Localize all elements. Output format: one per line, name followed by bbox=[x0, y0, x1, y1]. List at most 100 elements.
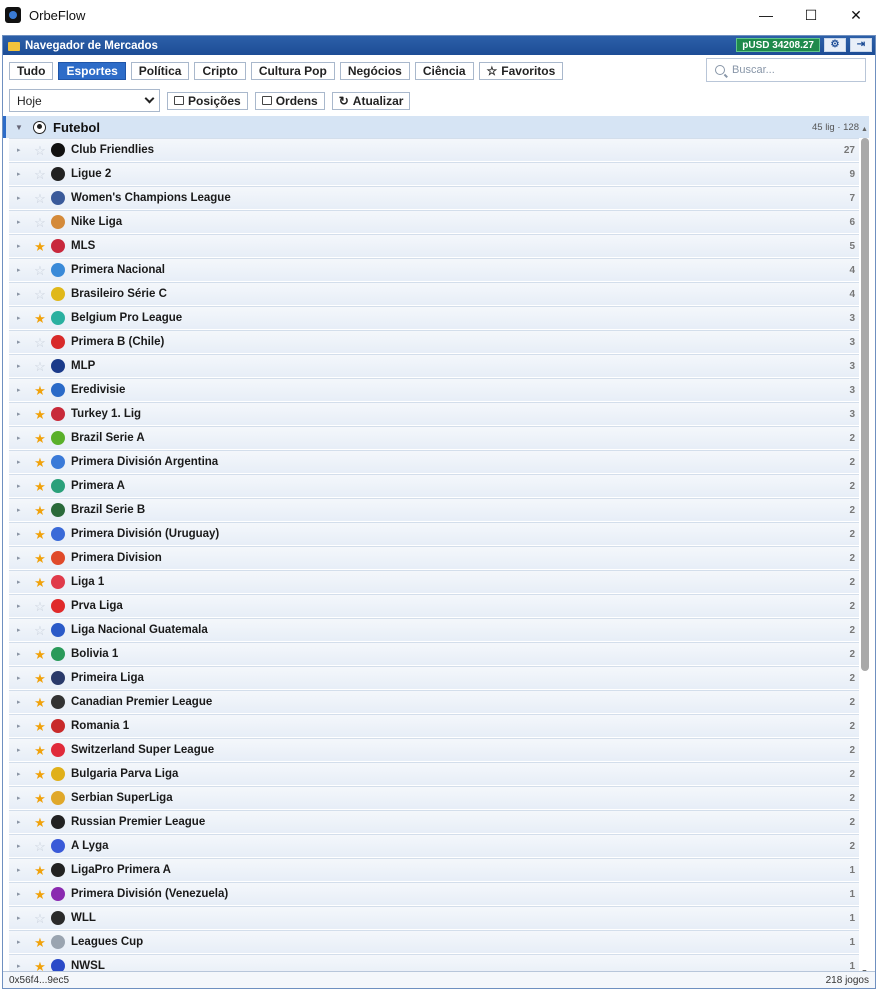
league-row[interactable]: ▸ ★ Eredivisie 3 bbox=[9, 378, 859, 402]
orders-button[interactable]: Ordens bbox=[254, 91, 325, 110]
star-filled-icon[interactable]: ★ bbox=[31, 648, 49, 661]
league-row[interactable]: ▸ ★ Bolivia 1 2 bbox=[9, 642, 859, 666]
league-row[interactable]: ▸ ★ Brazil Serie A 2 bbox=[9, 426, 859, 450]
expand-caret-icon[interactable]: ▸ bbox=[17, 722, 31, 730]
expand-caret-icon[interactable]: ▸ bbox=[17, 218, 31, 226]
expand-caret-icon[interactable]: ▸ bbox=[17, 962, 31, 970]
expand-caret-icon[interactable]: ▸ bbox=[17, 794, 31, 802]
expand-caret-icon[interactable]: ▸ bbox=[17, 698, 31, 706]
expand-caret-icon[interactable]: ▸ bbox=[17, 482, 31, 490]
star-filled-icon[interactable]: ★ bbox=[31, 384, 49, 397]
league-row[interactable]: ▸ ☆ Primera B (Chile) 3 bbox=[9, 330, 859, 354]
league-row[interactable]: ▸ ★ Serbian SuperLiga 2 bbox=[9, 786, 859, 810]
league-row[interactable]: ▸ ★ Primera Division 2 bbox=[9, 546, 859, 570]
star-outline-icon[interactable]: ☆ bbox=[31, 624, 49, 637]
star-filled-icon[interactable]: ★ bbox=[31, 576, 49, 589]
expand-caret-icon[interactable]: ▸ bbox=[17, 266, 31, 274]
league-row[interactable]: ▸ ☆ Women's Champions League 7 bbox=[9, 186, 859, 210]
minimize-button[interactable]: — bbox=[743, 0, 789, 30]
tab-favoritos[interactable]: ☆ Favoritos bbox=[478, 62, 564, 80]
maximize-button[interactable]: ☐ bbox=[788, 0, 834, 30]
league-row[interactable]: ▸ ☆ WLL 1 bbox=[9, 906, 859, 930]
star-filled-icon[interactable]: ★ bbox=[31, 552, 49, 565]
star-outline-icon[interactable]: ☆ bbox=[31, 288, 49, 301]
league-row[interactable]: ▸ ★ Belgium Pro League 3 bbox=[9, 306, 859, 330]
expand-caret-icon[interactable]: ▸ bbox=[17, 674, 31, 682]
close-button[interactable]: ✕ bbox=[833, 0, 879, 30]
expand-caret-icon[interactable]: ▸ bbox=[17, 506, 31, 514]
league-row[interactable]: ▸ ★ MLS 5 bbox=[9, 234, 859, 258]
league-row[interactable]: ▸ ★ Brazil Serie B 2 bbox=[9, 498, 859, 522]
scrollbar[interactable]: ▲ ▼ bbox=[860, 126, 870, 976]
search-input[interactable]: Buscar... bbox=[706, 58, 866, 82]
expand-caret-icon[interactable]: ▸ bbox=[17, 554, 31, 562]
league-row[interactable]: ▸ ★ Leagues Cup 1 bbox=[9, 930, 859, 954]
collapse-caret-icon[interactable]: ▼ bbox=[15, 123, 25, 132]
expand-caret-icon[interactable]: ▸ bbox=[17, 386, 31, 394]
star-filled-icon[interactable]: ★ bbox=[31, 432, 49, 445]
tab-esportes[interactable]: Esportes bbox=[58, 62, 126, 80]
league-row[interactable]: ▸ ★ Primera División Argentina 2 bbox=[9, 450, 859, 474]
star-filled-icon[interactable]: ★ bbox=[31, 408, 49, 421]
expand-caret-icon[interactable]: ▸ bbox=[17, 818, 31, 826]
refresh-button[interactable]: ↻ Atualizar bbox=[331, 91, 411, 110]
league-row[interactable]: ▸ ☆ Prva Liga 2 bbox=[9, 594, 859, 618]
expand-caret-icon[interactable]: ▸ bbox=[17, 146, 31, 154]
league-row[interactable]: ▸ ★ LigaPro Primera A 1 bbox=[9, 858, 859, 882]
expand-caret-icon[interactable]: ▸ bbox=[17, 194, 31, 202]
star-outline-icon[interactable]: ☆ bbox=[31, 336, 49, 349]
tab-ci-ncia[interactable]: Ciência bbox=[414, 62, 474, 80]
star-filled-icon[interactable]: ★ bbox=[31, 720, 49, 733]
league-row[interactable]: ▸ ☆ Club Friendlies 27 bbox=[9, 138, 859, 162]
star-filled-icon[interactable]: ★ bbox=[31, 792, 49, 805]
league-row[interactable]: ▸ ★ Turkey 1. Lig 3 bbox=[9, 402, 859, 426]
expand-caret-icon[interactable]: ▸ bbox=[17, 578, 31, 586]
league-row[interactable]: ▸ ☆ Nike Liga 6 bbox=[9, 210, 859, 234]
star-filled-icon[interactable]: ★ bbox=[31, 936, 49, 949]
expand-caret-icon[interactable]: ▸ bbox=[17, 170, 31, 178]
star-filled-icon[interactable]: ★ bbox=[31, 672, 49, 685]
league-row[interactable]: ▸ ★ Canadian Premier League 2 bbox=[9, 690, 859, 714]
star-outline-icon[interactable]: ☆ bbox=[31, 192, 49, 205]
expand-caret-icon[interactable]: ▸ bbox=[17, 530, 31, 538]
expand-caret-icon[interactable]: ▸ bbox=[17, 314, 31, 322]
league-row[interactable]: ▸ ☆ MLP 3 bbox=[9, 354, 859, 378]
tab-cripto[interactable]: Cripto bbox=[194, 62, 246, 80]
tab-pol-tica[interactable]: Política bbox=[130, 62, 190, 80]
tab-tudo[interactable]: Tudo bbox=[9, 62, 54, 80]
expand-caret-icon[interactable]: ▸ bbox=[17, 338, 31, 346]
star-filled-icon[interactable]: ★ bbox=[31, 744, 49, 757]
league-row[interactable]: ▸ ★ Bulgaria Parva Liga 2 bbox=[9, 762, 859, 786]
star-outline-icon[interactable]: ☆ bbox=[31, 912, 49, 925]
star-outline-icon[interactable]: ☆ bbox=[31, 264, 49, 277]
expand-caret-icon[interactable]: ▸ bbox=[17, 434, 31, 442]
scroll-up-icon[interactable]: ▲ bbox=[861, 126, 868, 133]
scrollbar-thumb[interactable] bbox=[861, 138, 869, 671]
tab-cultura-pop[interactable]: Cultura Pop bbox=[250, 62, 335, 80]
expand-caret-icon[interactable]: ▸ bbox=[17, 650, 31, 658]
expand-caret-icon[interactable]: ▸ bbox=[17, 938, 31, 946]
league-row[interactable]: ▸ ☆ Brasileiro Série C 4 bbox=[9, 282, 859, 306]
league-row[interactable]: ▸ ☆ A Lyga 2 bbox=[9, 834, 859, 858]
expand-caret-icon[interactable]: ▸ bbox=[17, 914, 31, 922]
star-outline-icon[interactable]: ☆ bbox=[31, 144, 49, 157]
expand-caret-icon[interactable]: ▸ bbox=[17, 458, 31, 466]
league-row[interactable]: ▸ ★ Primera División (Uruguay) 2 bbox=[9, 522, 859, 546]
league-row[interactable]: ▸ ☆ Ligue 2 9 bbox=[9, 162, 859, 186]
star-outline-icon[interactable]: ☆ bbox=[31, 840, 49, 853]
league-row[interactable]: ▸ ★ Switzerland Super League 2 bbox=[9, 738, 859, 762]
star-filled-icon[interactable]: ★ bbox=[31, 888, 49, 901]
star-filled-icon[interactable]: ★ bbox=[31, 456, 49, 469]
league-row[interactable]: ▸ ☆ Primera Nacional 4 bbox=[9, 258, 859, 282]
star-outline-icon[interactable]: ☆ bbox=[31, 360, 49, 373]
expand-caret-icon[interactable]: ▸ bbox=[17, 362, 31, 370]
star-filled-icon[interactable]: ★ bbox=[31, 240, 49, 253]
expand-caret-icon[interactable]: ▸ bbox=[17, 626, 31, 634]
settings-gear-icon[interactable]: ⚙ bbox=[824, 38, 846, 52]
star-outline-icon[interactable]: ☆ bbox=[31, 600, 49, 613]
star-outline-icon[interactable]: ☆ bbox=[31, 216, 49, 229]
expand-caret-icon[interactable]: ▸ bbox=[17, 290, 31, 298]
star-outline-icon[interactable]: ☆ bbox=[31, 168, 49, 181]
star-filled-icon[interactable]: ★ bbox=[31, 816, 49, 829]
expand-caret-icon[interactable]: ▸ bbox=[17, 602, 31, 610]
